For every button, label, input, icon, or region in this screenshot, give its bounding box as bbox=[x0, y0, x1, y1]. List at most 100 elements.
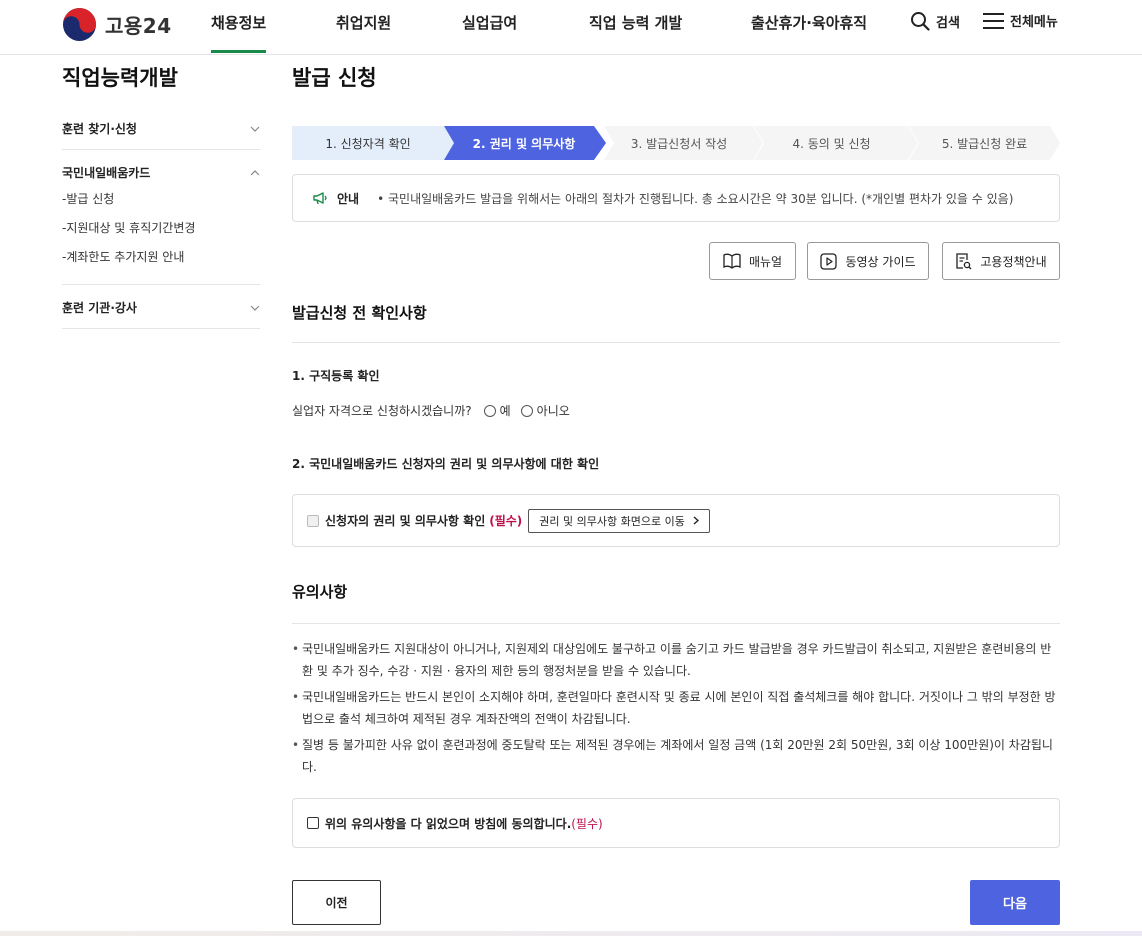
step-1: 1. 신청자격 확인 bbox=[292, 126, 454, 160]
caution-item: 국민내일배움카드는 반드시 본인이 소지해야 하며, 훈련일마다 훈련시작 및 … bbox=[292, 686, 1060, 730]
job-registration-question: 1. 구직등록 확인 실업자 자격으로 신청하시겠습니까? 예 아니오 bbox=[292, 367, 1060, 419]
agree-label: 위의 유의사항을 다 읽었으며 방침에 동의합니다. bbox=[325, 816, 572, 831]
rights-checkbox[interactable] bbox=[307, 514, 319, 527]
side-nav-group-header[interactable]: 훈련 찾기·신청 bbox=[62, 106, 260, 149]
caution-item: 질병 등 불가피한 사유 없이 훈련과정에 중도탈락 또는 제적된 경우에는 계… bbox=[292, 734, 1060, 778]
side-nav-sub-list: -발급 신청 -지원대상 및 휴직기간변경 -계좌한도 추가지원 안내 bbox=[62, 185, 260, 284]
step-label: 1. 신청자격 확인 bbox=[325, 136, 411, 151]
go-rights-page-label: 권리 및 의무사항 화면으로 이동 bbox=[539, 514, 685, 528]
bottom-strip bbox=[0, 931, 1142, 936]
side-nav-group-institutions: 훈련 기관·강사 bbox=[62, 285, 260, 329]
play-video-icon bbox=[820, 252, 838, 270]
section-title: 유의사항 bbox=[292, 583, 348, 601]
side-nav-group-label: 국민내일배움카드 bbox=[62, 166, 151, 180]
step-5: 5. 발급신청 완료 bbox=[909, 126, 1060, 160]
step-progress: 1. 신청자격 확인 2. 권리 및 의무사항 3. 발급신청서 작성 4. 동… bbox=[292, 126, 1060, 160]
side-nav-item-limit-support[interactable]: -계좌한도 추가지원 안내 bbox=[62, 243, 260, 272]
document-search-icon bbox=[956, 253, 972, 270]
logo-text: 고용24 bbox=[105, 14, 172, 38]
video-guide-label: 동영상 가이드 bbox=[845, 254, 916, 269]
policy-guide-button[interactable]: 고용정책안내 bbox=[942, 242, 1060, 280]
caution-section-header: 유의사항 bbox=[292, 581, 1060, 624]
caution-list: 국민내일배움카드 지원대상이 아니거나, 지원제외 대상임에도 불구하고 이를 … bbox=[292, 638, 1060, 778]
chevron-down-icon bbox=[250, 305, 260, 311]
agree-checkbox[interactable] bbox=[307, 817, 319, 829]
chevron-down-icon bbox=[250, 126, 260, 132]
taegeuk-logo-icon bbox=[62, 7, 97, 42]
caution-line: 국민내일배움카드 지원대상이 아니거나, 지원제외 대상임에도 불구하고 이를 … bbox=[302, 642, 1052, 656]
search-label: 검색 bbox=[936, 15, 960, 31]
radio-circle bbox=[520, 404, 533, 417]
chevron-right-icon bbox=[693, 516, 699, 525]
rights-check-box: 신청자의 권리 및 의무사항 확인 (필수) 권리 및 의무사항 화면으로 이동 bbox=[292, 494, 1060, 547]
nav-item-job-skills[interactable]: 직업 능력 개발 bbox=[589, 12, 682, 33]
page-nav-buttons: 이전 다음 bbox=[292, 880, 1060, 925]
side-nav-group-tomorrow-card: 국민내일배움카드 -발급 신청 -지원대상 및 휴직기간변경 -계좌한도 추가지… bbox=[62, 150, 260, 285]
radio-no-label: 아니오 bbox=[536, 404, 570, 418]
radio-no[interactable]: 아니오 bbox=[520, 402, 570, 419]
prev-button[interactable]: 이전 bbox=[292, 880, 381, 925]
manual-button[interactable]: 매뉴얼 bbox=[709, 242, 796, 280]
page-title: 발급 신청 bbox=[292, 66, 377, 90]
go-rights-page-button[interactable]: 권리 및 의무사항 화면으로 이동 bbox=[528, 508, 710, 533]
site-logo[interactable]: 고용24 bbox=[62, 7, 172, 42]
step-4: 4. 동의 및 신청 bbox=[754, 126, 919, 160]
side-nav-group-header[interactable]: 훈련 기관·강사 bbox=[62, 285, 260, 328]
radio-circle bbox=[483, 404, 496, 417]
manual-label: 매뉴얼 bbox=[748, 254, 783, 269]
side-nav-item-card-apply[interactable]: -발급 신청 bbox=[62, 185, 260, 214]
caution-line: 다. bbox=[302, 760, 317, 774]
agree-box: 위의 유의사항을 다 읽었으며 방침에 동의합니다. (필수) bbox=[292, 798, 1060, 848]
next-button[interactable]: 다음 bbox=[970, 880, 1060, 925]
step-label: 4. 동의 및 신청 bbox=[792, 136, 871, 151]
question-title: 2. 국민내일배움카드 신청자의 권리 및 의무사항에 대한 확인 bbox=[292, 457, 600, 471]
guide-button-row: 매뉴얼 동영상 가이드 고용정책안내 bbox=[292, 242, 1060, 280]
all-menu-button[interactable]: 전체메뉴 bbox=[983, 11, 1058, 30]
nav-item-employment-support[interactable]: 취업지원 bbox=[336, 12, 391, 33]
rights-check-label: 신청자의 권리 및 의무사항 확인 bbox=[325, 514, 486, 528]
radio-yes[interactable]: 예 bbox=[483, 402, 511, 419]
caution-line: 질병 등 불가피한 사유 없이 훈련과정에 중도탈락 또는 제적된 경우에는 계… bbox=[302, 738, 1053, 752]
hamburger-menu-icon bbox=[983, 12, 1004, 29]
step-label: 5. 발급신청 완료 bbox=[941, 136, 1028, 151]
nav-item-jobs[interactable]: 채용정보 bbox=[211, 12, 267, 53]
megaphone-icon bbox=[313, 192, 327, 205]
caution-line: 국민내일배움카드는 반드시 본인이 소지해야 하며, 훈련일마다 훈련시작 및 … bbox=[302, 690, 1056, 704]
step-label: 3. 발급신청서 작성 bbox=[630, 136, 728, 151]
caution-item: 국민내일배움카드 지원대상이 아니거나, 지원제외 대상임에도 불구하고 이를 … bbox=[292, 638, 1060, 682]
required-mark: (필수) bbox=[489, 514, 523, 528]
pre-check-section-header: 발급신청 전 확인사항 bbox=[292, 302, 1060, 343]
section-title: 발급신청 전 확인사항 bbox=[292, 304, 427, 322]
notice-label: 안내 bbox=[337, 191, 360, 206]
policy-guide-label: 고용정책안내 bbox=[980, 254, 1047, 269]
caution-line: 법으로 출석 체크하여 제적된 경우 계좌잔액의 전액이 차감됩니다. bbox=[302, 712, 631, 726]
chevron-up-icon bbox=[250, 169, 260, 175]
step-label: 2. 권리 및 의무사항 bbox=[472, 136, 576, 151]
question-text: 실업자 자격으로 신청하시겠습니까? bbox=[292, 404, 472, 418]
side-nav-item-eligibility-change[interactable]: -지원대상 및 휴직기간변경 bbox=[62, 214, 260, 243]
side-nav-group-training-search: 훈련 찾기·신청 bbox=[62, 106, 260, 150]
side-nav-group-label: 훈련 기관·강사 bbox=[62, 301, 137, 315]
question-title: 1. 구직등록 확인 bbox=[292, 369, 380, 383]
notice-box: 안내 • 국민내일배움카드 발급을 위해서는 아래의 절차가 진행됩니다. 총 … bbox=[292, 174, 1060, 222]
nav-item-unemployment-benefit[interactable]: 실업급여 bbox=[462, 12, 517, 33]
side-nav: 직업능력개발 훈련 찾기·신청 국민내일배움카드 -발급 신청 -지원대상 및 … bbox=[62, 62, 260, 329]
nav-item-parental-leave[interactable]: 출산휴가·육아휴직 bbox=[751, 12, 867, 33]
side-nav-title: 직업능력개발 bbox=[62, 66, 178, 90]
required-mark: (필수) bbox=[571, 816, 603, 831]
search-button[interactable]: 검색 bbox=[910, 11, 960, 31]
caution-line: 환 및 추가 징수, 수강 · 지원 · 융자의 제한 등의 행정처분을 받을 … bbox=[302, 664, 691, 678]
question-line: 실업자 자격으로 신청하시겠습니까? 예 아니오 bbox=[292, 402, 1060, 419]
all-menu-label: 전체메뉴 bbox=[1010, 15, 1058, 30]
step-2: 2. 권리 및 의무사항 bbox=[444, 126, 606, 160]
radio-yes-label: 예 bbox=[499, 404, 511, 418]
rights-duties-question: 2. 국민내일배움카드 신청자의 권리 및 의무사항에 대한 확인 bbox=[292, 455, 1060, 472]
main-content: 발급 신청 1. 신청자격 확인 2. 권리 및 의무사항 3. 발급신청서 작… bbox=[292, 62, 1060, 925]
video-guide-button[interactable]: 동영상 가이드 bbox=[807, 242, 929, 280]
step-3: 3. 발급신청서 작성 bbox=[604, 126, 764, 160]
notice-text: • 국민내일배움카드 발급을 위해서는 아래의 절차가 진행됩니다. 총 소요시… bbox=[377, 191, 1014, 206]
search-icon bbox=[911, 12, 930, 31]
top-header: 고용24 채용정보 취업지원 실업급여 직업 능력 개발 출산휴가·육아휴직 검… bbox=[0, 0, 1142, 55]
book-icon bbox=[723, 253, 741, 269]
side-nav-group-label: 훈련 찾기·신청 bbox=[62, 122, 137, 136]
